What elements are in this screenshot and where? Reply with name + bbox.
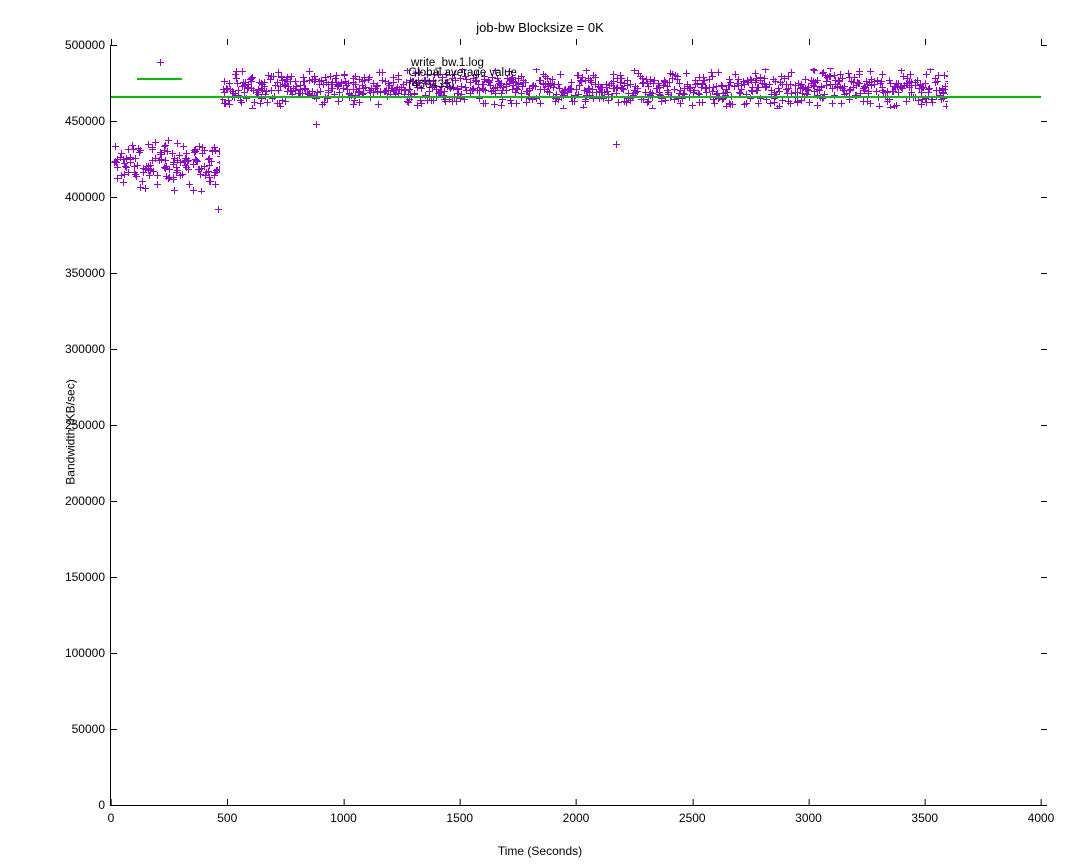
y-tick: 50000 [72, 722, 111, 736]
y-tick: 450000 [65, 114, 111, 128]
y-tick: 500000 [65, 38, 111, 52]
y-tick: 350000 [65, 266, 111, 280]
x-tick: 1000 [330, 805, 357, 825]
y-tick: 400000 [65, 190, 111, 204]
x-tick: 2000 [563, 805, 590, 825]
y-tick: 250000 [65, 418, 111, 432]
y-tick: 300000 [65, 342, 111, 356]
x-tick: 1500 [446, 805, 473, 825]
x-axis-label: Time (Seconds) [0, 844, 1080, 858]
x-tick: 500 [217, 805, 237, 825]
legend: write_bw.1.log Global average value (466… [137, 55, 557, 87]
legend-avg-label: Global average value (466435) [408, 67, 557, 91]
x-tick: 2500 [679, 805, 706, 825]
y-tick: 200000 [65, 494, 111, 508]
chart-title: job-bw Blocksize = 0K [0, 20, 1080, 35]
x-tick: 4000 [1028, 805, 1055, 825]
plot-area: 0500001000001500002000002500003000003500… [110, 45, 1041, 806]
x-tick: 0 [108, 805, 115, 825]
y-axis-label: Bandwidth (KB/sec) [64, 379, 78, 484]
x-tick: 3500 [911, 805, 938, 825]
x-tick: 3000 [795, 805, 822, 825]
y-tick: 150000 [65, 570, 111, 584]
avg-line [111, 96, 1041, 98]
y-tick: 100000 [65, 646, 111, 660]
